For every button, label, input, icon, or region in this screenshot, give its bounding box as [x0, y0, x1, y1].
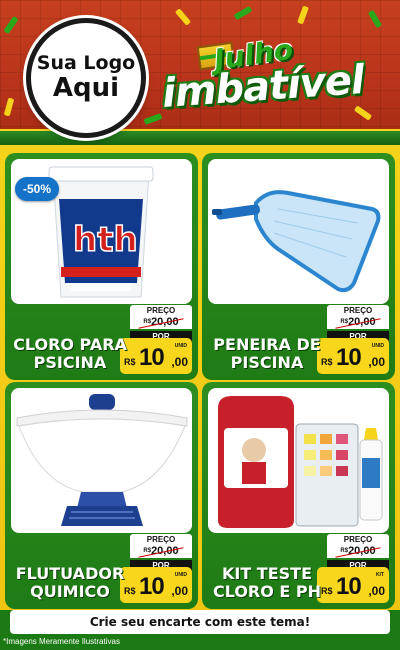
old-price-box: PREÇO R$20,00 POR — [327, 534, 389, 571]
old-price: R$20,00 — [130, 545, 192, 558]
product-image-area — [208, 159, 389, 304]
price-integer: 10 — [139, 573, 165, 600]
old-price-value: 20,00 — [348, 545, 376, 557]
header-banner: Sua Logo Aqui Julho imbatível — [0, 0, 400, 145]
price-label: PREÇO — [327, 305, 389, 316]
product-card[interactable]: hth -50% PREÇO R$20,00 POR R$ 10 UNID ,0… — [5, 153, 198, 380]
confetti-decoration — [297, 5, 309, 25]
old-price-value: 20,00 — [151, 545, 179, 557]
old-price-currency: R$ — [340, 319, 349, 326]
confetti-decoration — [3, 97, 15, 117]
old-price: R$20,00 — [327, 316, 389, 329]
confetti-decoration — [233, 5, 253, 21]
price-label: PREÇO — [130, 305, 192, 316]
product-grid: hth -50% PREÇO R$20,00 POR R$ 10 UNID ,0… — [0, 145, 400, 610]
confetti-decoration — [367, 9, 383, 29]
product-name: KIT TESTE CLORO E PH — [206, 564, 328, 602]
campaign-title-bottom: imbatível — [160, 57, 366, 117]
old-price-box: PREÇO R$20,00 POR — [130, 534, 192, 571]
product-name: FLUTUADOR QUIMICO — [9, 564, 131, 602]
product-name-line1: KIT TESTE — [221, 564, 313, 583]
campaign-title: Julho imbatível — [160, 33, 390, 118]
pool-skimmer-net-icon — [212, 190, 381, 293]
old-price-currency: R$ — [143, 319, 152, 326]
product-name-line2: CLORO E PH — [212, 582, 322, 602]
price-unit: UNID — [371, 343, 384, 349]
price-decimal: ,00 — [368, 584, 385, 598]
product-card[interactable]: PREÇO R$20,00 POR R$ 10 KIT ,00 KIT TEST… — [202, 382, 395, 609]
discount-badge: -50% — [15, 177, 59, 201]
logo-text-line1: Sua Logo — [36, 52, 136, 75]
price-label: PREÇO — [130, 534, 192, 545]
product-name-line1: CLORO PARA — [13, 335, 127, 354]
price-integer: 10 — [336, 344, 362, 371]
old-price-value: 20,00 — [151, 316, 179, 328]
price-label: PREÇO — [327, 534, 389, 545]
product-name: CLORO PARA PSICINA — [9, 335, 131, 373]
price-decimal: ,00 — [368, 355, 385, 369]
product-name-line2: PSICINA — [33, 353, 107, 373]
product-name: PENEIRA DE PISCINA — [206, 335, 328, 373]
disclaimer-text: *Imagens Meramente Ilustrativas — [3, 637, 120, 646]
confetti-decoration — [3, 15, 19, 35]
product-name-line1: PENEIRA DE — [213, 335, 321, 354]
cta-banner[interactable]: Crie seu encarte com este tema! — [10, 610, 390, 634]
price-unit: KIT — [375, 572, 384, 578]
test-kit-icon — [218, 396, 383, 528]
old-price-currency: R$ — [143, 548, 152, 555]
old-price-value: 20,00 — [348, 316, 376, 328]
product-image-area — [11, 388, 192, 533]
product-name-line1: FLUTUADOR — [15, 564, 125, 583]
product-card[interactable]: PREÇO R$20,00 POR R$ 10 UNID ,00 FLUTUAD… — [5, 382, 198, 609]
price-integer: 10 — [336, 573, 362, 600]
old-price: R$20,00 — [327, 545, 389, 558]
product-card[interactable]: PREÇO R$20,00 POR R$ 10 UNID ,00 PENEIRA… — [202, 153, 395, 380]
old-price-box: PREÇO R$20,00 POR — [327, 305, 389, 342]
price-unit: UNID — [174, 572, 187, 578]
logo-placeholder[interactable]: Sua Logo Aqui — [26, 18, 146, 138]
product-name-line2: PISCINA — [230, 353, 304, 373]
old-price: R$20,00 — [130, 316, 192, 329]
old-price-currency: R$ — [340, 548, 349, 555]
brand-text: hth — [73, 220, 138, 260]
price-decimal: ,00 — [171, 584, 188, 598]
old-price-box: PREÇO R$20,00 POR — [130, 305, 192, 342]
price-integer: 10 — [139, 344, 165, 371]
logo-text-line2: Aqui — [52, 73, 120, 104]
product-image-area — [208, 388, 389, 533]
price-unit: UNID — [174, 343, 187, 349]
chemical-floater-icon — [16, 394, 188, 526]
product-name-line2: QUIMICO — [30, 582, 110, 602]
price-decimal: ,00 — [171, 355, 188, 369]
confetti-decoration — [174, 8, 192, 26]
